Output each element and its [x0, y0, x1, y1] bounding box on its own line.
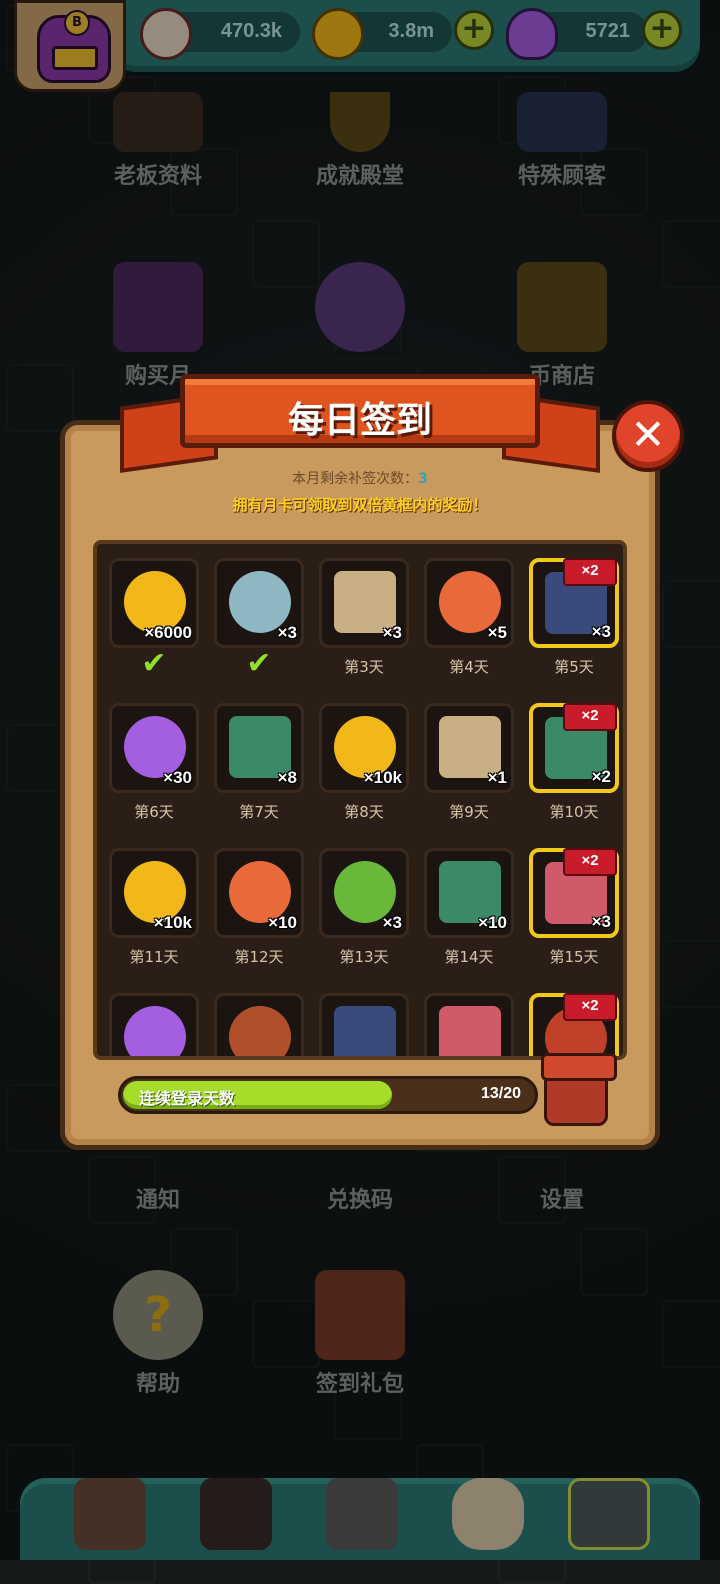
streak-label: 连续登录天数	[139, 1089, 236, 1108]
makeup-info: 本月剩余补签次数：3	[60, 468, 660, 488]
day-reward-cell[interactable]	[424, 993, 514, 1056]
day-reward-cell[interactable]: ×6000	[109, 558, 199, 648]
fabric-icon	[439, 1006, 501, 1056]
double-badge: ×2	[563, 558, 617, 586]
reward-quantity: ×3	[591, 622, 611, 641]
reward-quantity: ×3	[277, 623, 297, 642]
day-reward-cell[interactable]: ×10k	[319, 703, 409, 793]
day-reward-cell[interactable]: ×3	[319, 848, 409, 938]
day-reward-cell[interactable]	[319, 993, 409, 1056]
makeup-count: 3	[418, 471, 428, 487]
reward-quantity: ×10k	[363, 768, 402, 787]
reward-quantity: ×8	[277, 768, 297, 787]
day-reward-cell[interactable]: ×3	[214, 558, 304, 648]
day-label: 第8天	[344, 803, 384, 821]
reward-quantity: ×30	[163, 768, 192, 787]
day-reward-cell[interactable]: ×1	[424, 703, 514, 793]
day-reward-cell[interactable]: ×2 ×2	[529, 703, 619, 793]
reward-quantity: ×10k	[153, 913, 192, 932]
day-reward-cell[interactable]: ×3 ×2	[529, 848, 619, 938]
day-reward-cell[interactable]: ×2	[529, 993, 619, 1056]
claimed-check-icon: ✔	[246, 646, 272, 681]
potion-icon	[124, 1006, 186, 1056]
reward-grid: ×6000 ✔ ×3 ✔ ×3 第3天 ×5 第4天 ×3 ×2 第5天 ×30 第6天 ×8 第7天 ×10…	[93, 540, 627, 1060]
day-label: 第6天	[134, 803, 174, 821]
day-label: 第9天	[449, 803, 489, 821]
day-reward-cell[interactable]: ×8	[214, 703, 304, 793]
day-reward-cell[interactable]: ×10	[214, 848, 304, 938]
day-reward-cell[interactable]: ×3 ×2	[529, 558, 619, 648]
day-label: 第10天	[549, 803, 599, 821]
day-reward-cell[interactable]: ×3	[319, 558, 409, 648]
makeup-label: 本月剩余补签次数：	[292, 471, 419, 487]
day-label: 第12天	[234, 948, 284, 966]
day-label: 第11天	[129, 948, 179, 966]
day-label: 第15天	[549, 948, 599, 966]
streak-progress-bar: 连续登录天数 13/20	[118, 1076, 538, 1114]
streak-gift-icon[interactable]	[541, 1053, 617, 1126]
claimed-check-icon: ✔	[141, 646, 167, 681]
monthly-card-hint: 拥有月卡可领取到双倍黄框内的奖励！	[232, 496, 488, 514]
day-reward-cell[interactable]: ×10	[424, 848, 514, 938]
double-badge: ×2	[563, 703, 617, 731]
reward-quantity: ×10	[268, 913, 297, 932]
day-label: 第13天	[339, 948, 389, 966]
double-badge: ×2	[563, 993, 617, 1021]
day-label: 第5天	[554, 658, 594, 676]
day-reward-cell[interactable]	[109, 993, 199, 1056]
day-reward-cell[interactable]: ×30	[109, 703, 199, 793]
day-reward-cell[interactable]: ×10k	[109, 848, 199, 938]
reward-quantity: ×5	[487, 623, 507, 642]
reward-quantity: ×6000	[144, 623, 192, 642]
card-pack-icon	[334, 1006, 396, 1056]
title-banner: 每日签到	[120, 368, 600, 473]
banner-main: 每日签到	[180, 374, 540, 448]
reward-quantity: ×3	[382, 913, 402, 932]
dialog-title: 每日签到	[287, 400, 432, 441]
reward-quantity: ×1	[487, 768, 507, 787]
feather-icon	[229, 1006, 291, 1056]
daily-checkin-panel: ×6000 ✔ ×3 ✔ ×3 第3天 ×5 第4天 ×3 ×2 第5天 ×30 第6天 ×8 第7天 ×10…	[60, 420, 660, 1150]
day-reward-cell[interactable]: ×5	[424, 558, 514, 648]
reward-quantity: ×3	[591, 912, 611, 931]
reward-quantity: ×3	[382, 623, 402, 642]
day-reward-cell[interactable]	[214, 993, 304, 1056]
close-button[interactable]: ✕	[612, 400, 684, 472]
reward-quantity: ×2	[591, 767, 611, 786]
double-badge: ×2	[563, 848, 617, 876]
streak-count: 13/20	[480, 1085, 521, 1102]
day-label: 第3天	[344, 658, 384, 676]
day-label: 第14天	[444, 948, 494, 966]
reward-quantity: ×10	[478, 913, 507, 932]
day-label: 第7天	[239, 803, 279, 821]
day-label: 第4天	[449, 658, 489, 676]
